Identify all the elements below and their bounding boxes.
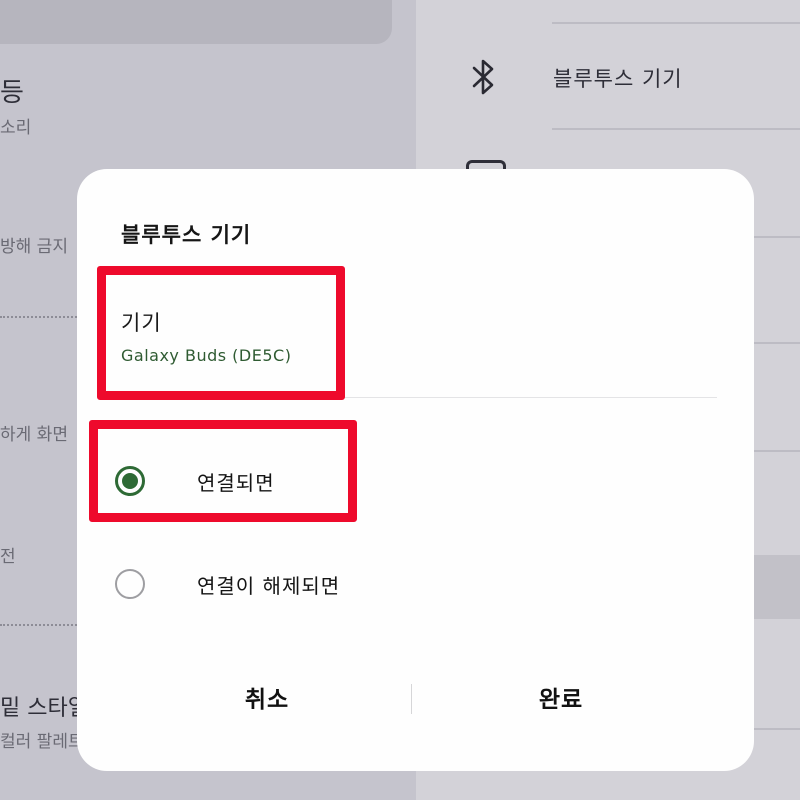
option-label: 연결이 해제되면 — [197, 573, 341, 598]
bg-right-divider — [552, 22, 800, 24]
dialog-title: 블루투스 기기 — [121, 223, 252, 247]
bg-item-sub-5: 컬러 팔레트 — [0, 732, 84, 752]
bg-item-title-1: 등 — [0, 78, 24, 108]
bg-item-sub-1: 소리 — [0, 118, 32, 138]
cancel-button[interactable]: 취소 — [117, 669, 417, 725]
radio-unchecked-icon[interactable] — [115, 569, 145, 599]
bg-dotted-divider — [0, 624, 80, 626]
bg-item-sub-2: 방해 금지 — [0, 237, 68, 257]
highlight-box-option — [89, 420, 357, 522]
highlight-box-device — [97, 266, 345, 400]
bg-item-title-2: 밑 스타일 — [0, 696, 88, 721]
bg-right-item-label: 블루투스 기기 — [553, 67, 683, 91]
bluetooth-icon — [472, 59, 494, 95]
option-when-disconnected[interactable]: 연결이 해제되면 — [115, 556, 655, 612]
done-button[interactable]: 완료 — [411, 669, 711, 725]
bg-item-sub-4: 전 — [0, 547, 16, 567]
background-card — [0, 0, 392, 44]
bg-item-sub-3: 하게 화면 — [0, 425, 68, 445]
bg-right-divider — [552, 128, 800, 130]
bg-dotted-divider — [0, 316, 80, 318]
